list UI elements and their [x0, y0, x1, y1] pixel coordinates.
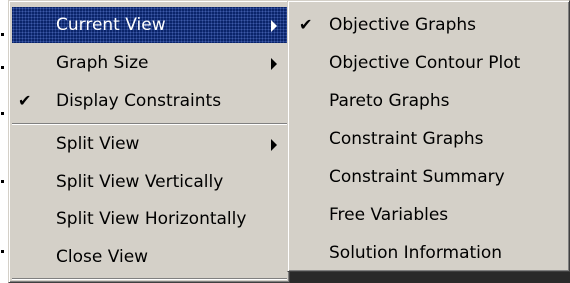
background-dot	[1, 250, 4, 253]
menu-item-label: Current View	[56, 15, 166, 35]
submenu-item-constraint-graphs[interactable]: Constraint Graphs	[291, 121, 567, 157]
menu-separator	[12, 278, 287, 280]
submenu-item-label: Constraint Graphs	[329, 129, 484, 149]
submenu-item-pareto-graphs[interactable]: Pareto Graphs	[291, 83, 567, 119]
submenu-item-objective-contour-plot[interactable]: Objective Contour Plot	[291, 45, 567, 81]
submenu-item-label: Solution Information	[329, 243, 503, 263]
menu-item-split-view[interactable]: Split View	[12, 126, 287, 162]
background-dot	[1, 112, 4, 115]
menu-item-label: Close View	[56, 247, 149, 267]
check-icon: ✔	[18, 91, 32, 110]
submenu-item-label: Objective Graphs	[329, 15, 477, 35]
menu-item-current-view[interactable]: Current View	[12, 7, 287, 43]
menu-item-display-constraints[interactable]: ✔ Display Constraints	[12, 83, 287, 119]
background-window-edge	[0, 0, 8, 283]
menu-item-label: Split View Horizontally	[56, 209, 247, 229]
background-dot	[1, 33, 4, 36]
menu-item-graph-size[interactable]: Graph Size	[12, 45, 287, 81]
menu-separator	[12, 123, 287, 125]
submenu-arrow-icon	[271, 20, 277, 32]
current-view-submenu: ✔ Objective Graphs Objective Contour Plo…	[287, 0, 570, 272]
menu-item-close-view[interactable]: Close View	[12, 239, 287, 275]
submenu-item-label: Pareto Graphs	[329, 91, 450, 111]
submenu-arrow-icon	[271, 139, 277, 151]
submenu-item-label: Free Variables	[329, 205, 449, 225]
menu-item-label: Display Constraints	[56, 91, 222, 111]
background-dot	[1, 66, 4, 69]
submenu-item-solution-information[interactable]: Solution Information	[291, 235, 567, 271]
submenu-item-label: Constraint Summary	[329, 167, 505, 187]
background-window-strip	[283, 272, 570, 283]
menu-item-label: Graph Size	[56, 53, 149, 73]
menu-item-split-view-horizontally[interactable]: Split View Horizontally	[12, 201, 287, 237]
menu-item-split-view-vertically[interactable]: Split View Vertically	[12, 164, 287, 200]
menu-item-label: Split View Vertically	[56, 172, 224, 192]
submenu-arrow-icon	[271, 58, 277, 70]
submenu-item-objective-graphs[interactable]: ✔ Objective Graphs	[291, 7, 567, 43]
background-dot	[1, 180, 4, 183]
check-icon: ✔	[299, 15, 313, 34]
menu-item-label: Split View	[56, 134, 140, 154]
submenu-item-constraint-summary[interactable]: Constraint Summary	[291, 159, 567, 195]
view-context-menu: Current View Graph Size ✔ Display Constr…	[8, 0, 290, 283]
submenu-item-label: Objective Contour Plot	[329, 53, 521, 73]
submenu-item-free-variables[interactable]: Free Variables	[291, 197, 567, 233]
